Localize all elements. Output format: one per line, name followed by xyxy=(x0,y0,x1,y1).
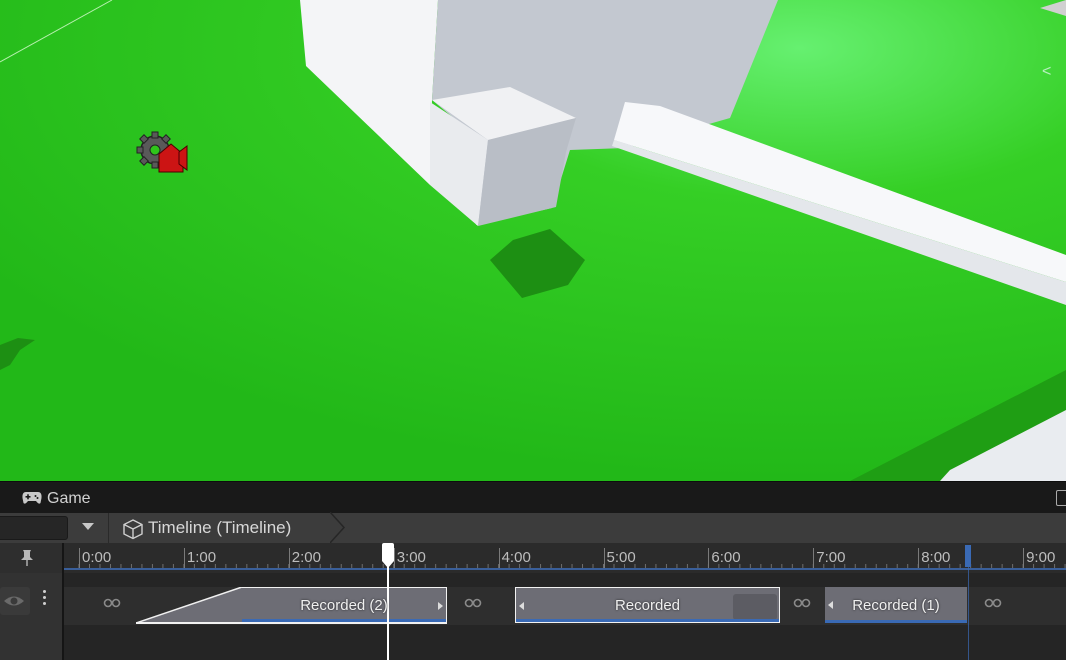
ruler-major-tick xyxy=(813,548,815,568)
gamepad-icon xyxy=(22,491,42,510)
ruler-major-tick xyxy=(1023,548,1025,568)
clip-trim-handle-left[interactable] xyxy=(519,602,524,610)
ruler-time-label: 7:00 xyxy=(816,549,846,566)
track-area[interactable]: Recorded (2) Recorded Recorded (1) xyxy=(64,573,1066,660)
ruler-major-tick xyxy=(918,548,920,568)
ruler-time-label: 8:00 xyxy=(921,549,951,566)
ruler-time-label: 5:00 xyxy=(606,549,636,566)
clip-hold-region xyxy=(733,594,777,620)
distant-label: < xyxy=(1042,63,1051,80)
pin-icon[interactable] xyxy=(20,549,34,572)
clip-label: Recorded xyxy=(614,596,681,614)
ruler-time-label: 9:00 xyxy=(1026,549,1056,566)
clip-trim-handle-left[interactable] xyxy=(828,601,833,609)
clip-recorded[interactable]: Recorded xyxy=(515,587,780,623)
ruler-time-label: 0:00 xyxy=(82,549,112,566)
eye-toggle-button[interactable] xyxy=(0,587,30,615)
end-marker-line xyxy=(968,567,969,660)
timeline-asset-field[interactable] xyxy=(0,516,68,540)
ruler-time-label: 4:00 xyxy=(501,549,531,566)
clip-progress-bar xyxy=(825,620,967,623)
ruler-time-label: 6:00 xyxy=(711,549,741,566)
timeline-end-marker[interactable] xyxy=(965,543,971,660)
bottom-panel: Game Timeline (Timeline) 0:00 1:00 2:00 … xyxy=(0,481,1066,660)
game-tab-bar: Game xyxy=(0,481,1066,514)
ruler-major-tick xyxy=(708,548,710,568)
game-tab-label[interactable]: Game xyxy=(47,490,91,508)
playhead-icon[interactable] xyxy=(381,543,395,574)
ruler-major-tick xyxy=(79,548,80,568)
clip-progress-bar xyxy=(516,619,779,622)
eye-icon xyxy=(0,596,30,619)
ease-in-curve xyxy=(136,587,243,623)
clip-recorded-1[interactable]: Recorded (1) xyxy=(825,587,967,623)
breadcrumb-timeline[interactable]: Timeline (Timeline) xyxy=(148,518,291,538)
timeline-toolbar: Timeline (Timeline) xyxy=(0,511,1066,545)
clip-recorded-2[interactable]: Recorded (2) xyxy=(242,587,447,623)
game-view[interactable]: < xyxy=(0,0,1066,481)
time-ruler[interactable]: 0:00 1:00 2:00 3:00 4:00 5:00 6:00 7:00 8:00 9:00 xyxy=(64,543,1066,573)
clip-label: Recorded (2) xyxy=(300,596,388,614)
link-icon xyxy=(463,595,483,613)
lock-icon[interactable] xyxy=(1056,490,1066,506)
chevron-down-icon[interactable] xyxy=(82,523,94,530)
end-marker-handle[interactable] xyxy=(965,545,971,567)
ruler-time-label: 1:00 xyxy=(186,549,217,566)
clip-label: Recorded (1) xyxy=(852,596,940,614)
link-icon xyxy=(983,595,1003,613)
clip-outline-bottom xyxy=(136,622,447,624)
ruler-major-tick xyxy=(498,548,500,568)
ruler-time-label: 2:00 xyxy=(291,549,321,566)
more-icon[interactable] xyxy=(43,596,46,599)
link-icon xyxy=(102,595,122,613)
ruler-time-label: 3:00 xyxy=(396,549,426,566)
toolbar-divider xyxy=(108,513,109,543)
link-icon xyxy=(792,595,812,613)
ruler-major-tick xyxy=(603,548,605,568)
ruler-major-tick xyxy=(288,548,290,568)
ruler-major-tick xyxy=(183,548,185,568)
track-header xyxy=(0,573,62,660)
clip-trim-handle-right[interactable] xyxy=(438,602,443,610)
cube-icon xyxy=(122,518,144,545)
track-header-top xyxy=(0,543,62,573)
